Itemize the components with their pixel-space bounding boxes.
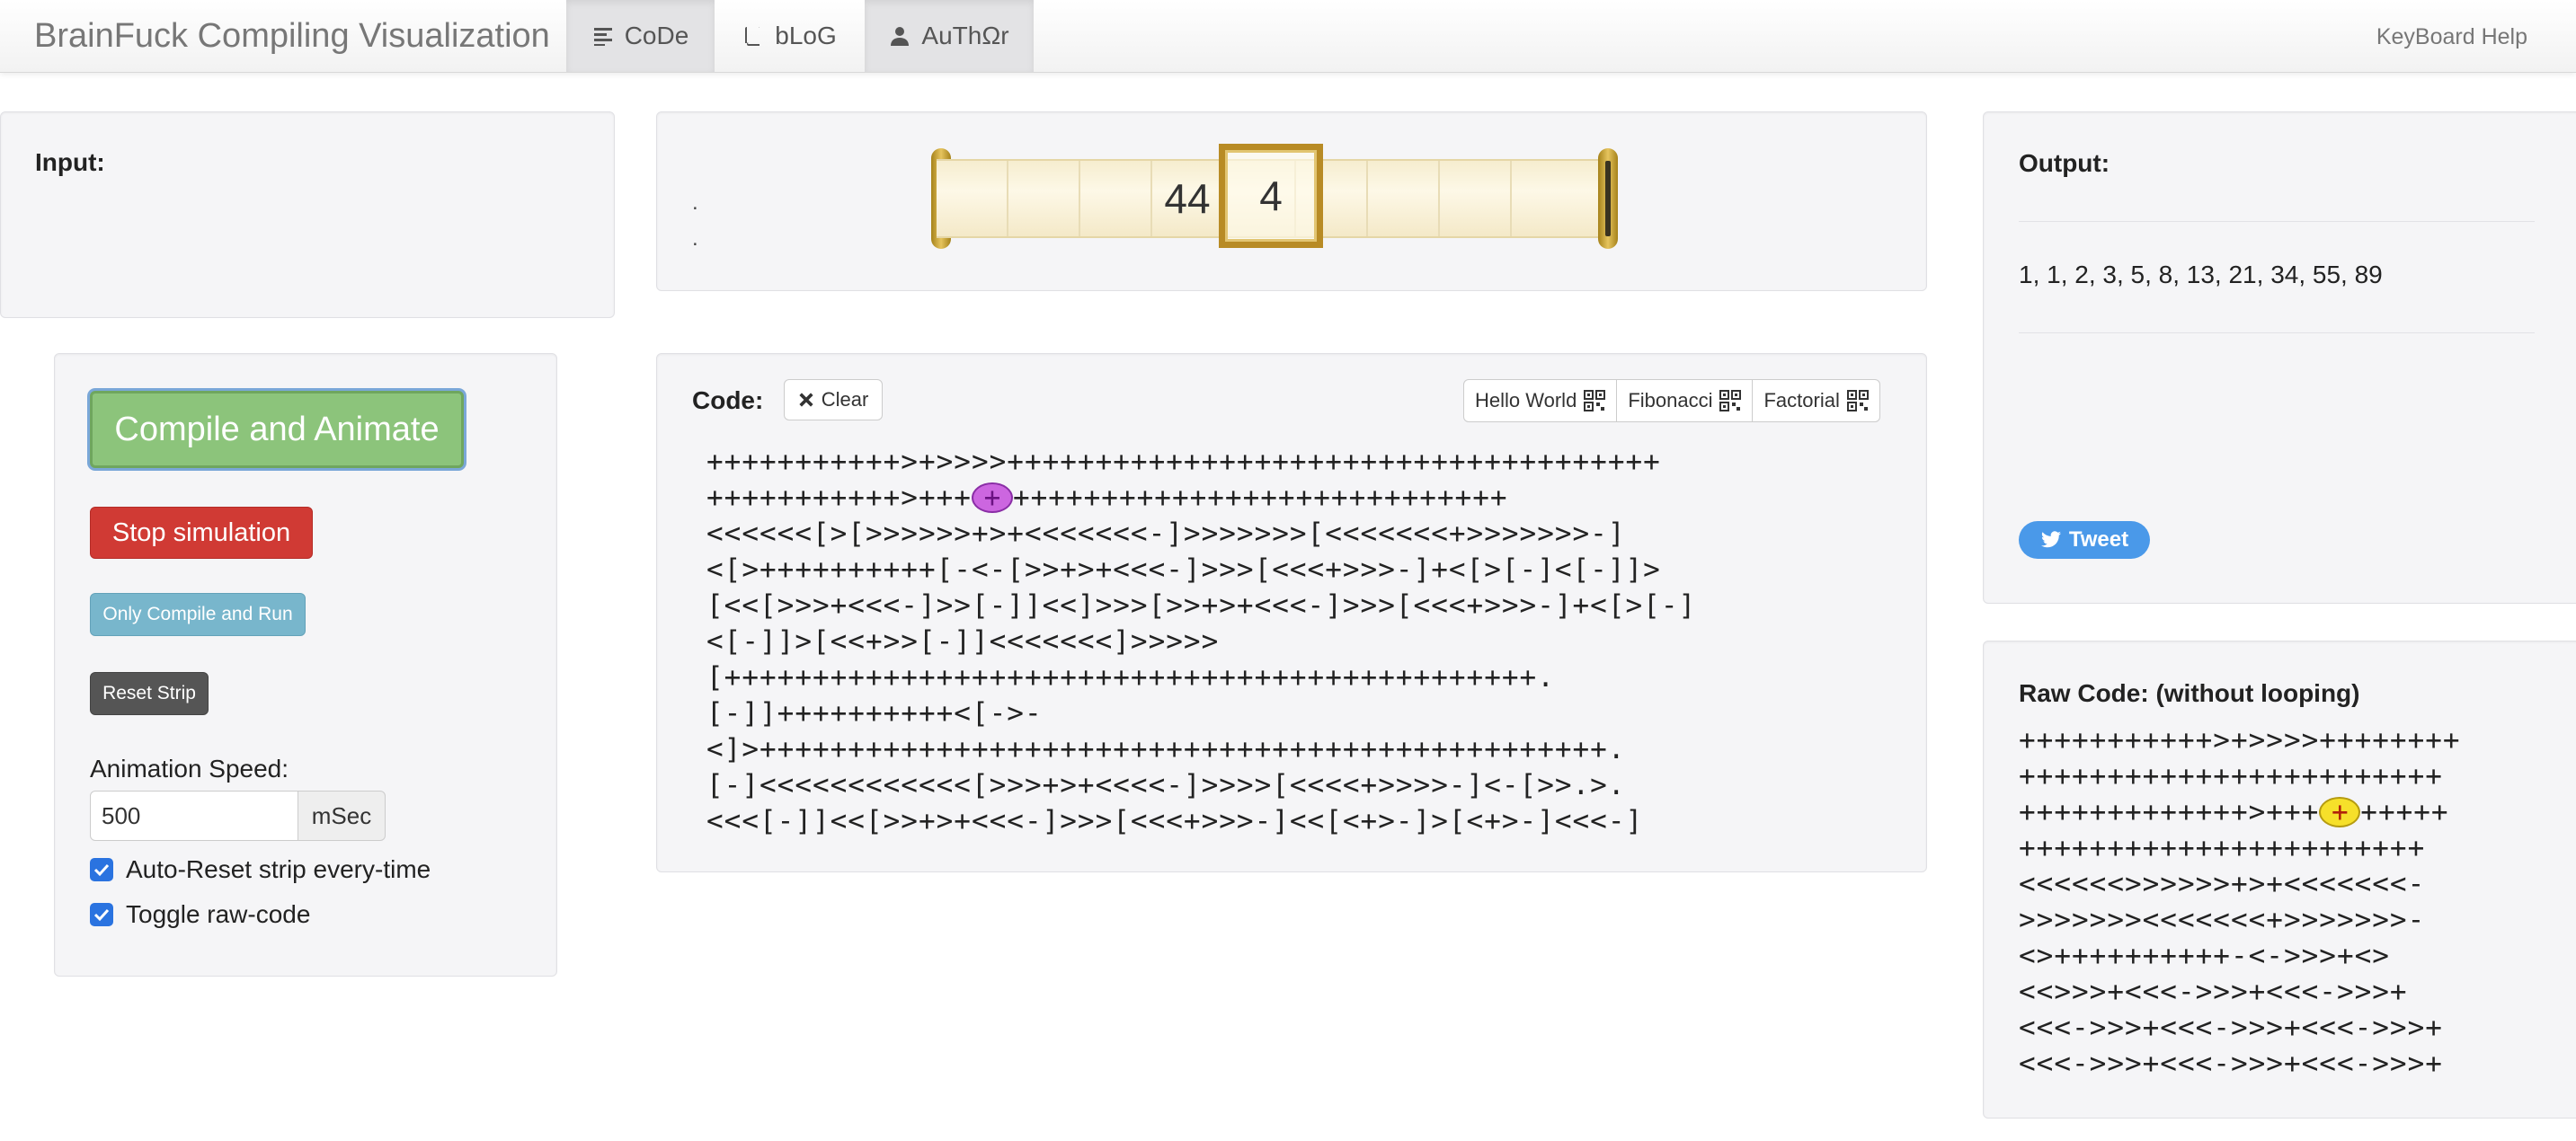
tab-blog[interactable]: bLoG	[716, 0, 863, 72]
preset-button-group: Hello World Fibonacci Factorial	[1463, 379, 1880, 422]
tweet-label: Tweet	[2068, 527, 2129, 552]
raw-code-line: <<<->>>+<<<->>>+<<<->>>+	[2019, 1048, 2443, 1080]
stop-simulation-button[interactable]: Stop simulation	[90, 507, 313, 559]
code-line: +++++++++++>+>>>>+++++++++++++++++++++++…	[706, 446, 1661, 478]
animation-speed-label: Animation Speed:	[90, 755, 289, 783]
qrcode-icon	[1584, 390, 1606, 411]
user-icon	[891, 27, 910, 46]
strip-cell	[1080, 161, 1152, 236]
tab-code-label: CoDe	[624, 22, 689, 49]
compile-and-animate-button[interactable]: Compile and Animate	[90, 391, 464, 468]
strip-head-cell: 4	[1219, 144, 1323, 248]
raw-code-line: <<<->>>+<<<->>>+<<<->>>+	[2019, 1012, 2443, 1044]
qrcode-icon	[1719, 390, 1742, 411]
code-line: [+++++++++++++++++++++++++++++++++++++++…	[706, 661, 1555, 694]
code-label: Code:	[692, 386, 764, 414]
tweet-button[interactable]: Tweet	[2019, 521, 2150, 559]
code-line: [-]<<<<<<<<<<<<[>>>+>+<<<<-]>>>>[<<<<+>>…	[706, 769, 1626, 801]
qrcode-icon	[1846, 390, 1869, 411]
code-line: <[>++++++++++[-<-[>>+>+<<<-]>>>[<<<+>>>-…	[706, 553, 1661, 586]
output-label: Output:	[2019, 149, 2110, 177]
raw-code-line: <<<<<<>>>>>>+>+<<<<<<<-	[2019, 868, 2426, 900]
tab-author-label: AuThΩr	[921, 22, 1009, 49]
fibonacci-preset-button[interactable]: Fibonacci	[1617, 380, 1754, 421]
raw-code-line: +++++++++++>+>>>>++++++++	[2019, 724, 2461, 756]
navbar: BrainFuck Compiling Visualization CoDe b…	[0, 0, 2576, 73]
factorial-label: Factorial	[1763, 389, 1840, 411]
toggle-raw-label: Toggle raw-code	[126, 900, 311, 928]
keyboard-help-link[interactable]: KeyBoard Help	[2376, 22, 2527, 52]
checkmark-icon	[93, 863, 110, 877]
strip-cell	[1440, 161, 1512, 236]
raw-code-line: >>>>>>><<<<<<<+>>>>>>>-	[2019, 904, 2426, 936]
code-line: <[-]]>[<<+>>[-]]<<<<<<<]>>>>>	[706, 625, 1220, 658]
twitter-bird-icon	[2040, 531, 2061, 548]
tab-code[interactable]: CoDe	[566, 0, 715, 72]
tab-blog-label: bLoG	[775, 22, 837, 49]
code-line: <]>+++++++++++++++++++++++++++++++++++++…	[706, 733, 1626, 765]
raw-code-label: Raw Code: (without looping)	[2019, 679, 2360, 707]
strip-dot: .	[692, 190, 698, 215]
raw-code-line: <>++++++++++-<->>>+<>	[2019, 940, 2390, 972]
raw-code-line: +++++++++++++>+++ + +++++	[2019, 796, 2449, 828]
factorial-preset-button[interactable]: Factorial	[1753, 380, 1879, 421]
speed-unit-addon: mSec	[298, 791, 386, 841]
raw-code-line: ++++++++++++++++++++++++	[2019, 760, 2443, 792]
auto-reset-checkbox[interactable]	[90, 858, 113, 881]
brand-title[interactable]: BrainFuck Compiling Visualization	[34, 13, 550, 59]
current-instruction-marker: +	[971, 482, 1013, 513]
strip-cell	[1008, 161, 1080, 236]
input-label: Input:	[35, 148, 105, 176]
hello-world-preset-button[interactable]: Hello World	[1464, 380, 1618, 421]
fibonacci-label: Fibonacci	[1628, 389, 1713, 411]
code-line: [<<[>>>+<<<-]>>[-]]<<]>>>[>>+>+<<<-]>>>[…	[706, 589, 1697, 622]
raw-code-line: +++++++++++++++++++++++	[2019, 832, 2426, 864]
divider	[2019, 221, 2535, 222]
output-text: 1, 1, 2, 3, 5, 8, 13, 21, 34, 55, 89	[2019, 261, 2383, 288]
divider	[2019, 332, 2535, 333]
toggle-raw-row[interactable]: Toggle raw-code	[90, 900, 310, 929]
strip-cell	[1512, 161, 1584, 236]
align-left-icon	[593, 28, 612, 46]
strip-dot: .	[692, 226, 698, 251]
raw-code-line: <<>>>+<<<->>>+<<<->>>+	[2019, 976, 2408, 1008]
code-line: <<<[-]]<<[>>+>+<<<-]>>>[<<<+>>>-]<<[<+>-…	[706, 805, 1644, 837]
animation-speed-input[interactable]	[90, 791, 298, 841]
code-line: [-]]++++++++++<[->-	[706, 697, 1043, 730]
only-compile-run-button[interactable]: Only Compile and Run	[90, 593, 306, 636]
strip-cell	[937, 161, 1008, 236]
tab-author[interactable]: AuThΩr	[865, 0, 1034, 72]
clear-button[interactable]: Clear	[784, 379, 883, 420]
auto-reset-row[interactable]: Auto-Reset strip every-time	[90, 855, 431, 884]
hello-world-label: Hello World	[1475, 389, 1577, 411]
code-line: <<<<<<[>[>>>>>>+>+<<<<<<<-]>>>>>>>[<<<<<…	[706, 517, 1626, 550]
checkmark-icon	[93, 908, 110, 922]
clear-button-label: Clear	[821, 388, 869, 411]
auto-reset-label: Auto-Reset strip every-time	[126, 855, 431, 883]
code-line: +++++++++++>+++ + ++++++++++++++++++++++++…	[706, 482, 1508, 514]
strip-right-roller	[1598, 148, 1618, 249]
strip-cell	[1368, 161, 1440, 236]
toggle-raw-checkbox[interactable]	[90, 903, 113, 926]
close-icon	[799, 393, 813, 407]
strip-dots: . .	[692, 185, 698, 257]
raw-current-instruction-marker: +	[2319, 797, 2361, 827]
book-icon	[745, 27, 760, 46]
strip-cell: 44	[1152, 161, 1224, 236]
reset-strip-button[interactable]: Reset Strip	[90, 672, 209, 715]
input-panel[interactable]: Input:	[0, 111, 615, 318]
